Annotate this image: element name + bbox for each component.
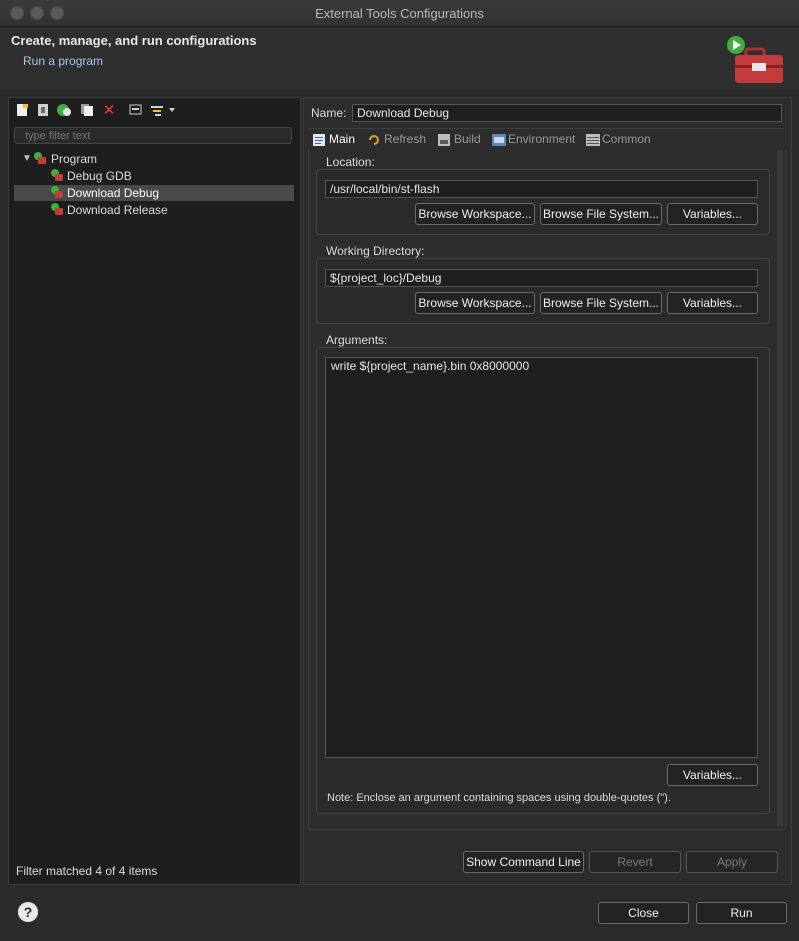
tree-item-download-release[interactable]: Download Release xyxy=(14,202,294,218)
run-button[interactable]: Run xyxy=(696,902,787,924)
export-icon[interactable] xyxy=(56,102,72,118)
location-group xyxy=(316,169,770,235)
tab-refresh[interactable]: Refresh xyxy=(368,131,426,148)
workdir-label: Working Directory: xyxy=(326,244,425,258)
workdir-browse-filesystem-button[interactable]: Browse File System... xyxy=(540,292,662,314)
refresh-tab-icon xyxy=(368,134,380,146)
tree-item-label: Download Debug xyxy=(67,186,160,200)
arguments-textarea[interactable]: write ${project_name}.bin 0x8000000 xyxy=(325,357,758,758)
tree-item-label: Debug GDB xyxy=(67,169,132,183)
workdir-browse-workspace-button[interactable]: Browse Workspace... xyxy=(415,292,535,314)
tree-item-label: Program xyxy=(51,152,98,166)
filter-icon[interactable] xyxy=(150,102,176,118)
tab-strip-top xyxy=(308,128,784,129)
environment-tab-icon xyxy=(492,133,506,146)
tab-label: Environment xyxy=(508,132,576,146)
filter-status: Filter matched 4 of 4 items xyxy=(16,864,158,878)
tab-label: Refresh xyxy=(384,132,427,146)
duplicate-icon[interactable] xyxy=(79,102,95,118)
dialog-title: Create, manage, and run configurations xyxy=(11,33,257,48)
launch-config-icon xyxy=(51,203,63,215)
delete-icon[interactable]: ✕ xyxy=(101,102,117,119)
workdir-field[interactable] xyxy=(325,269,758,287)
toolbox-icon xyxy=(726,35,784,87)
tab-common[interactable]: Common xyxy=(586,131,651,148)
workdir-variables-button[interactable]: Variables... xyxy=(667,292,758,314)
name-label: Name: xyxy=(311,106,347,120)
tab-label: Build xyxy=(454,132,481,146)
location-variables-button[interactable]: Variables... xyxy=(667,203,758,225)
collapse-all-icon[interactable] xyxy=(128,102,144,118)
tab-label: Main xyxy=(329,132,356,146)
new-prototype-icon[interactable] xyxy=(35,102,51,118)
arguments-note: Note: Enclose an argument containing spa… xyxy=(327,792,671,804)
arguments-label: Arguments: xyxy=(326,333,388,347)
revert-button[interactable]: Revert xyxy=(589,851,681,873)
launch-config-icon xyxy=(51,169,63,181)
filter-input[interactable] xyxy=(14,127,292,144)
tab-label: Common xyxy=(602,132,651,146)
workdir-group xyxy=(316,258,770,324)
new-config-icon[interactable] xyxy=(14,102,30,118)
location-field[interactable] xyxy=(325,180,758,198)
dialog-subtitle: Run a program xyxy=(23,54,104,68)
name-field[interactable] xyxy=(352,104,782,122)
common-tab-icon xyxy=(586,133,600,146)
close-button[interactable]: Close xyxy=(598,902,689,924)
window-title: External Tools Configurations xyxy=(315,6,484,21)
show-command-line-button[interactable]: Show Command Line xyxy=(463,851,584,873)
location-label: Location: xyxy=(326,155,375,169)
tree-item-program[interactable]: ▼ Program xyxy=(14,151,294,167)
location-browse-filesystem-button[interactable]: Browse File System... xyxy=(540,203,662,225)
tree-item-debug-gdb[interactable]: Debug GDB xyxy=(14,168,294,184)
apply-button[interactable]: Apply xyxy=(686,851,778,873)
launch-config-icon xyxy=(51,186,63,198)
tree-item-label: Download Release xyxy=(67,203,168,217)
tab-content-scrollbar[interactable] xyxy=(777,150,783,826)
arguments-variables-button[interactable]: Variables... xyxy=(667,764,758,786)
tab-environment[interactable]: Environment xyxy=(492,131,575,148)
program-launch-icon xyxy=(34,152,46,164)
help-icon[interactable]: ? xyxy=(18,902,38,922)
main-tab-icon xyxy=(313,133,325,146)
tab-build[interactable]: Build xyxy=(438,131,481,148)
expand-arrow-icon[interactable]: ▼ xyxy=(22,151,32,167)
build-tab-icon xyxy=(438,133,450,146)
location-browse-workspace-button[interactable]: Browse Workspace... xyxy=(415,203,535,225)
tree-item-download-debug[interactable]: Download Debug xyxy=(14,185,294,201)
tab-main[interactable]: Main xyxy=(313,131,355,148)
